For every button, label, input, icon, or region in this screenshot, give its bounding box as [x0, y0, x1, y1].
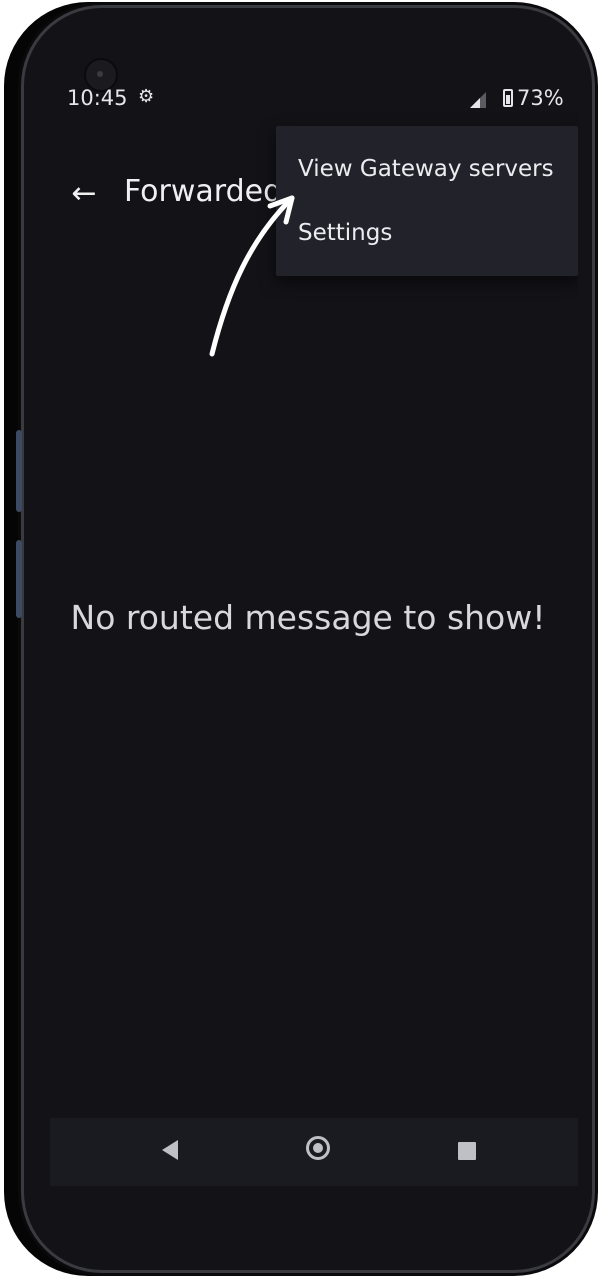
- nav-home-icon[interactable]: [306, 1136, 330, 1160]
- nav-back-icon[interactable]: [162, 1140, 178, 1160]
- status-time: 10:45: [67, 86, 128, 110]
- battery-level: 73%: [517, 86, 564, 110]
- menu-item-settings[interactable]: Settings: [298, 220, 392, 246]
- annotation-arrow: [209, 195, 295, 357]
- battery-icon: [503, 89, 513, 107]
- empty-state-message: No routed message to show!: [70, 598, 546, 637]
- navigation-bar: [50, 1118, 578, 1186]
- signal-icon: [470, 92, 486, 108]
- status-bar: 10:45 ⚙ 73%: [50, 80, 578, 116]
- arrow-back-icon[interactable]: ←: [64, 174, 104, 214]
- menu-item-view-gateway-servers[interactable]: View Gateway servers: [298, 156, 554, 182]
- volume-button: [16, 430, 22, 512]
- overflow-menu: View Gateway servers Settings: [276, 126, 578, 276]
- nav-recents-icon[interactable]: [458, 1142, 476, 1160]
- gear-icon: ⚙: [138, 86, 155, 107]
